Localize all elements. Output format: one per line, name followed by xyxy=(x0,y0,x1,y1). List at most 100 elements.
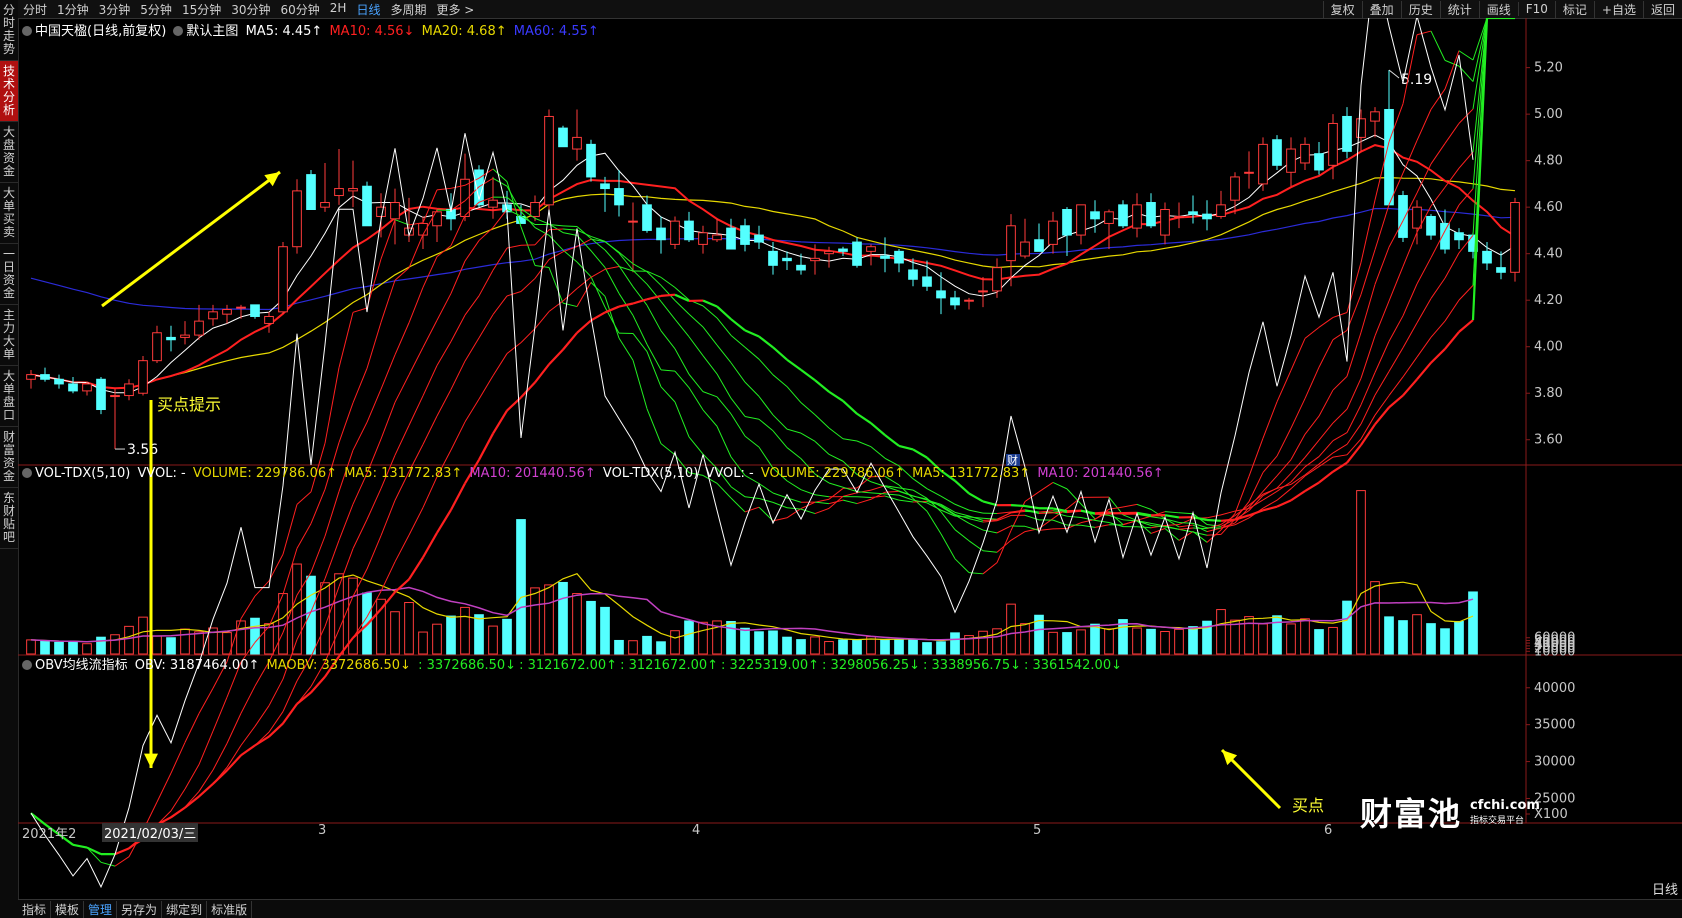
rail-tab[interactable]: 大单盘口 xyxy=(0,366,18,427)
toolbar-button[interactable]: 叠加 xyxy=(1361,0,1401,18)
obv-ma-segment xyxy=(674,401,690,438)
obv-ma-segment xyxy=(954,529,970,542)
bottom-tab[interactable]: 另存为 xyxy=(117,900,163,918)
indicator-name[interactable]: 默认主图 xyxy=(186,24,238,39)
obv-ma-segment xyxy=(604,241,620,253)
volume-bar xyxy=(754,631,764,655)
toolbar-button[interactable]: 画线 xyxy=(1478,0,1518,18)
rail-tab[interactable]: 主力大单 xyxy=(0,305,18,366)
toolbar-button[interactable]: +自选 xyxy=(1593,0,1643,18)
obv-ma-segment xyxy=(184,764,200,790)
rail-tab[interactable]: 分时走势 xyxy=(0,0,18,61)
obv-ma-segment xyxy=(450,314,466,342)
obv-ma-segment xyxy=(590,250,606,268)
chart-area[interactable]: 5.205.004.804.604.404.204.003.803.606000… xyxy=(18,18,1682,900)
logo-domain: cfchi.com xyxy=(1470,798,1540,813)
obv-ma-segment xyxy=(1444,204,1460,231)
obv-ma-segment xyxy=(1388,376,1404,396)
obv-ma-value: : 3121672.00↑ xyxy=(519,658,618,673)
obv-ma-segment xyxy=(1444,331,1460,350)
obv-ma-segment xyxy=(940,495,956,505)
obv-ma-value: : 3361542.00↓ xyxy=(1024,658,1122,673)
obv-ma-segment xyxy=(198,687,214,714)
toolbar-button[interactable]: F10 xyxy=(1517,2,1555,16)
rail-tab[interactable]: 财富资金 xyxy=(0,427,18,488)
obv-ma-segment xyxy=(1360,284,1376,333)
bottom-tab[interactable]: 模板 xyxy=(51,900,85,918)
obv-ma-segment xyxy=(744,329,760,338)
obv-ma-segment xyxy=(702,409,718,427)
toolbar-button[interactable]: 返回 xyxy=(1642,0,1682,18)
collapse-icon[interactable] xyxy=(22,468,32,478)
period-tab[interactable]: 多周期 xyxy=(385,1,431,18)
obv-ma-segment xyxy=(590,268,606,278)
obv-ma-segment xyxy=(730,362,746,383)
obv-ma-segment xyxy=(1388,347,1404,372)
logo-main-text: 财富池 xyxy=(1360,795,1463,833)
period-tab[interactable]: 分时 xyxy=(18,1,52,18)
vol-ma5: MA5: 131772.83↑ xyxy=(344,466,463,481)
candle-body xyxy=(726,227,736,250)
candle-body xyxy=(208,311,218,320)
toolbar-button[interactable]: 标记 xyxy=(1554,0,1594,18)
toolbar-button[interactable]: 统计 xyxy=(1439,0,1479,18)
logo-tagline: 指标交易平台 xyxy=(1470,816,1525,826)
period-tab[interactable]: 3分钟 xyxy=(94,1,136,18)
period-tab[interactable]: 5分钟 xyxy=(135,1,177,18)
rail-tab[interactable]: 东财贴吧 xyxy=(0,488,18,549)
obv-ma-segment xyxy=(380,280,396,323)
collapse-icon[interactable] xyxy=(22,660,32,670)
bottom-tab[interactable]: 绑定到 xyxy=(162,900,208,918)
obv-ma-segment xyxy=(1318,422,1334,441)
bottom-tabs: 指标 模板 管理 另存为 绑定到 标准版 xyxy=(18,899,1682,918)
rail-tab[interactable]: 技术分析 xyxy=(0,61,18,122)
obv-ma-segment xyxy=(786,386,802,404)
obv-ma-segment xyxy=(506,342,522,354)
period-tab[interactable]: 日线 xyxy=(351,1,385,18)
period-tab[interactable]: 60分钟 xyxy=(276,1,325,18)
toolbar-button[interactable]: 历史 xyxy=(1400,0,1440,18)
collapse-icon[interactable] xyxy=(22,26,32,36)
obv-ma-segment xyxy=(590,311,606,322)
volume-bar xyxy=(1412,614,1422,655)
rail-tab[interactable]: 一日资金 xyxy=(0,244,18,305)
obv-ma-segment xyxy=(1136,526,1152,529)
toolbar-button[interactable]: 复权 xyxy=(1322,0,1362,18)
candle-body xyxy=(838,248,848,252)
volume-bar xyxy=(1132,627,1142,655)
period-tab[interactable]: 更多 > xyxy=(431,1,479,18)
obv-ma-segment xyxy=(674,300,690,315)
obv-ma-segment xyxy=(1430,30,1446,61)
candle-body xyxy=(1132,204,1142,229)
candle-body xyxy=(628,220,638,223)
obv-ma-segment xyxy=(366,322,382,369)
period-tab[interactable]: 15分钟 xyxy=(177,1,226,18)
volume-bar xyxy=(1160,631,1170,655)
rail-tab[interactable]: 大盘资金 xyxy=(0,122,18,183)
obv-ma-segment xyxy=(408,395,424,426)
bottom-tab[interactable]: 标准版 xyxy=(207,900,253,918)
obv-ma-segment xyxy=(772,374,788,387)
obv-ma-segment xyxy=(1122,503,1138,508)
candle-body xyxy=(1048,220,1058,245)
obv-ma-segment xyxy=(72,843,88,849)
period-tab[interactable]: 1分钟 xyxy=(52,1,94,18)
obv-ma-segment xyxy=(1276,472,1292,489)
bottom-tab[interactable]: 管理 xyxy=(84,900,118,918)
indicator-switch-icon[interactable] xyxy=(173,26,184,36)
bottom-tab[interactable]: 指标 xyxy=(18,900,52,918)
volume-bar xyxy=(418,631,428,655)
candle-body xyxy=(600,183,610,190)
obv-ma-segment xyxy=(1374,395,1390,416)
obv-ma-segment xyxy=(492,410,508,435)
volume-bar xyxy=(236,620,246,655)
obv-ma-segment xyxy=(940,533,956,560)
stock-title: 中国天楹(日线,前复权) xyxy=(35,24,167,39)
period-tab[interactable]: 30分钟 xyxy=(226,1,275,18)
obv-ma-segment xyxy=(1052,519,1068,526)
left-rail: 分时走势 技术分析 大盘资金 大单买卖 一日资金 主力大单 大单盘口 财富资金 东财贴吧 xyxy=(0,0,19,918)
obv-ma-segment xyxy=(1290,338,1306,371)
period-tab[interactable]: 2H xyxy=(325,1,352,18)
obv-ma-segment xyxy=(828,427,844,440)
rail-tab[interactable]: 大单买卖 xyxy=(0,183,18,244)
